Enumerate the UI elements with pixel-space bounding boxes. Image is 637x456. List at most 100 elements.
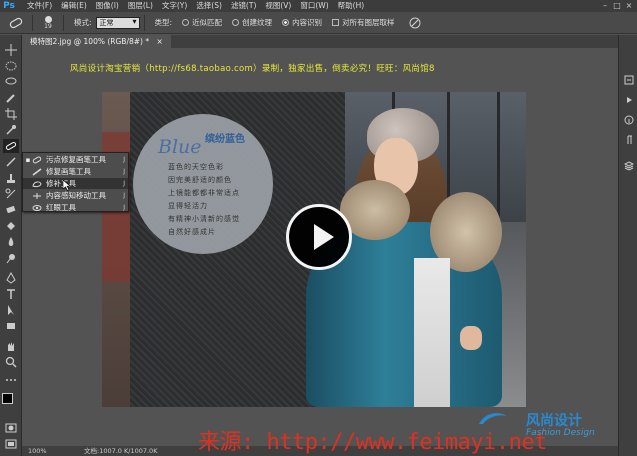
menu-select[interactable]: 选择(S) <box>196 0 222 12</box>
quick-mask-toggle[interactable] <box>3 421 19 435</box>
dock-button-actions[interactable] <box>622 93 635 106</box>
menu-edit[interactable]: 编辑(E) <box>61 0 87 12</box>
flyout-item-label: 修补工具 <box>46 179 76 188</box>
brush-icon <box>6 157 16 167</box>
circle-line: 有精神小清新的感觉 <box>168 215 240 223</box>
info-icon <box>624 115 633 124</box>
stamp-icon <box>7 174 15 183</box>
flyout-item-content-aware-move[interactable]: 内容感知移动工具 J <box>23 190 128 201</box>
mode-label: 模式: <box>74 18 92 27</box>
gradient-tool[interactable] <box>3 219 19 233</box>
menu-file[interactable]: 文件(F) <box>27 0 52 12</box>
radio-proximity-match-label: 近似匹配 <box>192 18 223 27</box>
sample-all-layers-checkbox[interactable] <box>332 19 340 26</box>
eyedropper-tool[interactable] <box>3 123 19 137</box>
brush-tool[interactable] <box>3 155 19 169</box>
type-label: 类型: <box>154 18 173 27</box>
clone-stamp-tool[interactable] <box>3 171 19 185</box>
color-swatches[interactable] <box>2 393 20 411</box>
band-aid-icon <box>31 155 43 165</box>
menu-filter[interactable]: 滤镜(T) <box>231 0 256 12</box>
pen-tool[interactable] <box>3 271 19 285</box>
eyedropper-icon <box>6 125 16 135</box>
flyout-item-label: 修复画笔工具 <box>46 167 91 176</box>
options-bar: 19 模式: 正常 类型: 近似匹配 创建纹理 内容识别 对所有图层取样 <box>0 12 637 34</box>
flyout-item-red-eye[interactable]: 红眼工具 J <box>23 202 128 213</box>
menu-type[interactable]: 文字(Y) <box>162 0 187 12</box>
history-brush-icon <box>5 188 16 199</box>
brush-picker[interactable]: 19 <box>37 14 59 32</box>
dodge-tool[interactable] <box>3 251 19 265</box>
magnifier-icon <box>5 356 17 368</box>
history-brush-tool[interactable] <box>3 187 19 201</box>
dock-button-layers[interactable] <box>622 159 635 172</box>
divider <box>143 14 145 31</box>
pressure-size-toggle[interactable] <box>403 14 427 32</box>
flyout-item-spot-healing[interactable]: ▪ 污点修复画笔工具 J <box>23 154 128 165</box>
crop-tool[interactable] <box>3 107 19 121</box>
document-tab[interactable]: 模特图2.jpg @ 100% (RGB/8#) * × <box>22 35 171 48</box>
menu-window[interactable]: 窗口(W) <box>300 0 328 12</box>
crop-icon <box>5 108 17 120</box>
type-tool[interactable] <box>3 287 19 301</box>
healing-tools-flyout: ▪ 污点修复画笔工具 J 修复画笔工具 J 修补工具 J 内容感知移动工具 J … <box>22 152 129 212</box>
healing-brush-icon <box>31 167 43 177</box>
shape-tool[interactable] <box>3 319 19 333</box>
flyout-item-patch[interactable]: 修补工具 J <box>23 178 128 189</box>
dock-button-history[interactable] <box>622 73 635 86</box>
bucket-icon <box>7 222 15 230</box>
document-tab-close[interactable]: × <box>156 37 162 46</box>
menu-help[interactable]: 帮助(H) <box>338 0 365 12</box>
mode-select[interactable]: 正常 <box>95 16 140 29</box>
maximize-button[interactable]: □ <box>611 0 623 12</box>
radio-proximity-match[interactable] <box>182 19 190 26</box>
flyout-item-label: 污点修复画笔工具 <box>46 155 106 164</box>
path-select-tool[interactable] <box>3 303 19 317</box>
extra-tools[interactable] <box>3 373 19 387</box>
quick-select-icon <box>6 94 15 103</box>
dock-button-info[interactable] <box>622 113 635 126</box>
flyout-shortcut: J <box>123 156 125 163</box>
radio-content-aware[interactable] <box>282 19 290 26</box>
flyout-shortcut: J <box>123 168 125 175</box>
ellipse-marquee-icon <box>5 61 17 71</box>
move-icon <box>5 44 17 56</box>
dodge-icon <box>6 254 15 264</box>
history-icon <box>624 75 633 84</box>
divider <box>63 14 64 31</box>
menu-bar: Ps 文件(F) 编辑(E) 图像(I) 图层(L) 文字(Y) 选择(S) 滤… <box>0 0 637 12</box>
brand-name: 风尚设计 <box>526 413 582 429</box>
radio-create-texture[interactable] <box>232 19 240 26</box>
brush-dot-icon <box>44 15 52 23</box>
healing-brush-tool[interactable] <box>3 139 19 153</box>
zoom-tool[interactable] <box>3 355 19 369</box>
mouse-cursor-icon <box>63 180 71 191</box>
circle-line: 自然好感成片 <box>168 228 216 236</box>
tool-preset-picker[interactable] <box>4 14 28 32</box>
zoom-level[interactable]: 100% <box>28 446 47 456</box>
brand-name-en: Fashion Design <box>526 428 595 438</box>
photoshop-logo: Ps <box>3 1 15 11</box>
video-play-button[interactable] <box>286 204 352 270</box>
menu-layer[interactable]: 图层(L) <box>128 0 153 12</box>
blur-tool[interactable] <box>3 235 19 249</box>
lasso-tool[interactable] <box>3 75 19 89</box>
menu-view[interactable]: 视图(V) <box>265 0 291 12</box>
menu-image[interactable]: 图像(I) <box>96 0 119 12</box>
minimize-button[interactable]: – <box>599 0 611 12</box>
circle-line: 上镜能都都非常适点 <box>168 189 240 197</box>
eraser-tool[interactable] <box>3 203 19 217</box>
foreground-color[interactable] <box>2 393 13 404</box>
quick-select-tool[interactable] <box>3 91 19 105</box>
flyout-item-healing-brush[interactable]: 修复画笔工具 J <box>23 166 128 177</box>
band-aid-icon <box>9 17 23 28</box>
red-eye-icon <box>31 203 43 213</box>
close-button[interactable]: × <box>623 0 635 12</box>
window-frame <box>497 92 500 222</box>
screen-mode-toggle[interactable] <box>3 437 19 451</box>
hand-tool[interactable] <box>3 339 19 353</box>
dock-button-character[interactable] <box>622 133 635 146</box>
brand-swoosh-logo <box>479 413 507 424</box>
marquee-tool[interactable] <box>3 59 19 73</box>
move-tool[interactable] <box>3 43 19 57</box>
